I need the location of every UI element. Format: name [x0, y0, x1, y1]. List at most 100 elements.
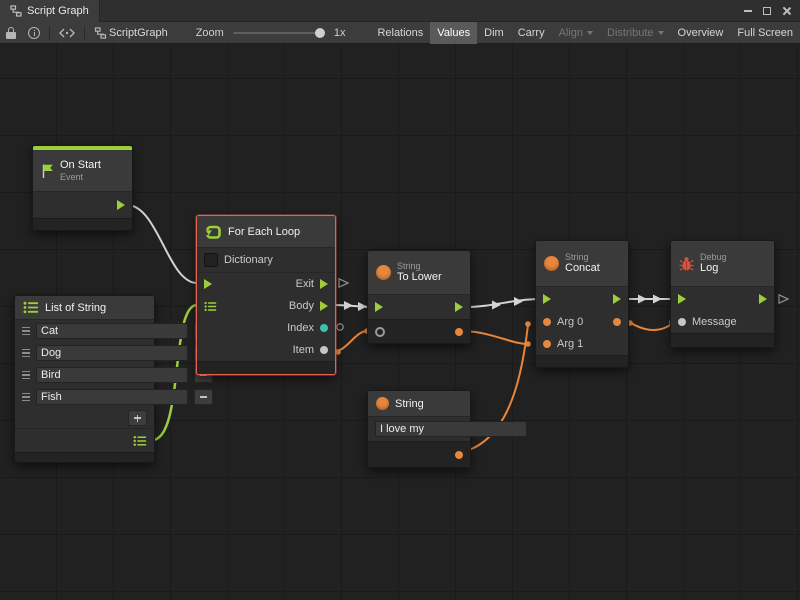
minus-icon — [200, 396, 207, 398]
flow-in-port[interactable] — [375, 302, 383, 312]
unity-script-graph-window: Script Graph ScriptGraph — [0, 0, 800, 600]
graph-toolbar: ScriptGraph Zoom 1x Relations Values Dim… — [0, 22, 800, 44]
relations-button[interactable]: Relations — [370, 22, 430, 44]
drag-handle-icon[interactable] — [22, 393, 30, 402]
flow-row — [671, 287, 774, 311]
inspect-button[interactable] — [22, 22, 46, 44]
drag-handle-icon[interactable] — [22, 327, 30, 336]
zoom-value: 1x — [334, 27, 346, 39]
string-circle-icon — [376, 397, 389, 410]
flow-out-port[interactable] — [613, 294, 621, 304]
message-port[interactable] — [678, 318, 686, 326]
value-row — [368, 319, 470, 343]
exit-unconnected-arrow — [339, 279, 348, 287]
node-string-literal[interactable]: String — [367, 390, 471, 468]
node-title: Concat — [565, 262, 600, 275]
value-input-row — [368, 417, 470, 441]
minimize-icon[interactable] — [744, 10, 752, 12]
remove-item-button[interactable] — [194, 389, 213, 405]
maximize-icon[interactable] — [763, 7, 771, 15]
node-list-of-string[interactable]: List of String — [14, 295, 155, 463]
lock-button[interactable] — [0, 22, 22, 44]
align-label: Align — [559, 27, 583, 39]
list-item-input[interactable] — [36, 323, 188, 339]
item-port[interactable] — [320, 346, 328, 354]
graph-reference[interactable]: ScriptGraph — [88, 22, 174, 44]
overview-button[interactable]: Overview — [671, 22, 731, 44]
dictionary-checkbox[interactable] — [204, 253, 218, 267]
list-item-input[interactable] — [36, 345, 188, 361]
exit-label: Exit — [296, 278, 314, 290]
zoom-slider-handle[interactable] — [315, 28, 325, 38]
body-port[interactable] — [320, 301, 328, 311]
arg1-port[interactable] — [543, 340, 551, 348]
window-titlebar: Script Graph — [0, 0, 800, 22]
node-to-lower[interactable]: String To Lower — [367, 250, 471, 344]
list-out-port[interactable] — [133, 435, 147, 447]
list-in-port[interactable] — [204, 301, 217, 312]
wire-concat-to-message — [629, 322, 673, 330]
index-unconnected-dot — [337, 324, 343, 330]
flow-in-port[interactable] — [204, 279, 212, 289]
node-title: List of String — [45, 302, 106, 314]
port-row-exit: Exit — [197, 273, 335, 295]
drag-handle-icon[interactable] — [22, 371, 30, 380]
edit-graph-button[interactable] — [53, 22, 81, 44]
list-item-input[interactable] — [36, 389, 188, 405]
node-on-start[interactable]: On Start Event — [32, 145, 133, 231]
list-icon — [23, 301, 39, 314]
values-button[interactable]: Values — [430, 22, 477, 44]
dictionary-row: Dictionary — [197, 248, 335, 272]
list-item-row — [15, 320, 154, 342]
string-value-input[interactable] — [375, 421, 527, 437]
string-out-port[interactable] — [455, 451, 463, 459]
drag-handle-icon[interactable] — [22, 349, 30, 358]
list-item-input[interactable] — [36, 367, 188, 383]
close-icon[interactable] — [782, 6, 791, 15]
add-item-button[interactable] — [128, 410, 147, 426]
node-for-each-loop[interactable]: For Each Loop Dictionary Exit B — [196, 215, 336, 375]
list-item-row — [15, 342, 154, 364]
flow-in-port[interactable] — [678, 294, 686, 304]
graph-canvas[interactable]: On Start Event List of String — [0, 44, 800, 600]
index-label: Index — [287, 322, 314, 334]
align-button[interactable]: Align — [552, 22, 600, 44]
node-header: String To Lower — [368, 251, 470, 295]
exit-port[interactable] — [320, 279, 328, 289]
flow-row — [368, 295, 470, 319]
item-label: Item — [293, 344, 314, 356]
flow-out-port[interactable] — [759, 294, 767, 304]
dictionary-label: Dictionary — [224, 254, 273, 266]
node-subtitle: Event — [60, 172, 101, 182]
node-header: On Start Event — [33, 150, 132, 192]
toolbar-separator — [49, 26, 50, 40]
node-concat[interactable]: String Concat Arg 0 Arg 1 — [535, 240, 629, 368]
port-row-arg1: Arg 1 — [536, 333, 628, 355]
node-category: String — [565, 252, 600, 262]
node-debug-log[interactable]: Debug Log Message — [670, 240, 775, 348]
node-title: On Start — [60, 159, 101, 172]
tab-script-graph[interactable]: Script Graph — [0, 0, 100, 22]
chevron-down-icon — [658, 31, 664, 35]
node-footer — [536, 355, 628, 367]
add-item-row — [15, 408, 154, 428]
graph-icon — [10, 5, 22, 17]
node-header: List of String — [15, 296, 154, 320]
arg0-port[interactable] — [543, 318, 551, 326]
flow-out-port[interactable] — [455, 302, 463, 312]
node-footer — [33, 218, 132, 230]
result-out-port[interactable] — [613, 318, 621, 326]
dim-button[interactable]: Dim — [477, 22, 511, 44]
distribute-button[interactable]: Distribute — [600, 22, 670, 44]
index-port[interactable] — [320, 324, 328, 332]
target-in-port[interactable] — [375, 327, 385, 337]
graph-name-label: ScriptGraph — [109, 27, 168, 39]
carry-button[interactable]: Carry — [511, 22, 552, 44]
flow-in-port[interactable] — [543, 294, 551, 304]
flow-out-port[interactable] — [117, 200, 125, 210]
flow-row — [536, 287, 628, 311]
result-out-port[interactable] — [455, 328, 463, 336]
zoom-slider[interactable] — [233, 32, 325, 34]
loop-icon — [205, 224, 222, 240]
full-screen-button[interactable]: Full Screen — [730, 22, 800, 44]
